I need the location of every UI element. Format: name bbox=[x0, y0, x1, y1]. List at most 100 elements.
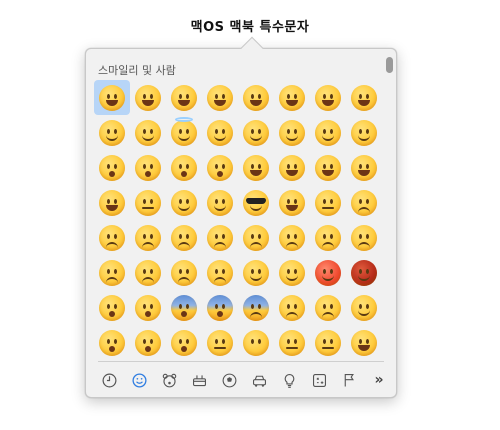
emoji-grid bbox=[94, 80, 382, 360]
emoji-face-with-steam-from-nose[interactable] bbox=[238, 255, 274, 290]
emoji-face-with-raised-eyebrow[interactable] bbox=[130, 185, 166, 220]
emoji-face-savoring-food[interactable] bbox=[238, 150, 274, 185]
emoji-grinning-face-smiling-eyes[interactable] bbox=[166, 80, 202, 115]
emoji-thinking-face[interactable] bbox=[94, 325, 130, 360]
tab-objects[interactable] bbox=[278, 369, 300, 391]
rolling-on-the-floor-laughing-icon bbox=[351, 84, 377, 111]
emoji-face-screaming-in-fear[interactable] bbox=[166, 290, 202, 325]
emoji-grinning-face-big-eyes[interactable] bbox=[130, 80, 166, 115]
emoji-relieved-face[interactable] bbox=[310, 115, 346, 150]
emoji-smiling-face-with-smiling-eyes[interactable] bbox=[130, 115, 166, 150]
emoji-worried-face[interactable] bbox=[166, 220, 202, 255]
emoji-crying-face[interactable] bbox=[166, 255, 202, 290]
beaming-face-icon bbox=[207, 84, 233, 111]
face-with-tears-of-joy-icon bbox=[315, 84, 341, 111]
emoji-tired-face[interactable] bbox=[94, 255, 130, 290]
tab-activity[interactable] bbox=[218, 369, 240, 391]
emoji-smirking-face[interactable] bbox=[310, 185, 346, 220]
smiling-face-with-halo-icon bbox=[171, 116, 197, 146]
emoji-persevering-face[interactable] bbox=[310, 220, 346, 255]
tab-animals[interactable] bbox=[158, 369, 180, 391]
loudly-crying-face-icon bbox=[207, 259, 233, 286]
face-with-tongue-icon bbox=[279, 154, 305, 181]
smiling-face-icon bbox=[99, 119, 125, 146]
food-icon bbox=[192, 374, 206, 386]
smirking-face-icon bbox=[315, 189, 341, 216]
emoji-beaming-face[interactable] bbox=[202, 80, 238, 115]
emoji-upside-down-face[interactable] bbox=[238, 115, 274, 150]
emoji-grinning-face[interactable] bbox=[94, 80, 130, 115]
emoji-confused-face[interactable] bbox=[202, 220, 238, 255]
tab-recent[interactable] bbox=[98, 369, 120, 391]
lightbulb-icon bbox=[284, 373, 294, 388]
emoji-nerd-face[interactable] bbox=[202, 185, 238, 220]
emoji-kissing-face[interactable] bbox=[130, 150, 166, 185]
emoji-grinning-squinting-face[interactable] bbox=[238, 80, 274, 115]
downcast-face-with-sweat-icon bbox=[315, 294, 341, 321]
emoji-anxious-face-with-sweat[interactable] bbox=[238, 290, 274, 325]
emoji-face-with-hand-over-mouth[interactable] bbox=[130, 325, 166, 360]
emoji-expressionless-face[interactable] bbox=[310, 325, 346, 360]
emoji-smiling-face-with-sunglasses[interactable] bbox=[238, 185, 274, 220]
emoji-star-struck[interactable] bbox=[274, 185, 310, 220]
emoji-disappointed-face[interactable] bbox=[94, 220, 130, 255]
tab-travel[interactable] bbox=[248, 369, 270, 391]
grinning-face-with-sweat-icon bbox=[279, 84, 305, 111]
grimacing-face-icon bbox=[351, 329, 377, 356]
emoji-kissing-face-with-smiling-eyes[interactable] bbox=[166, 150, 202, 185]
grinning-face-smiling-eyes-icon bbox=[171, 84, 197, 111]
pouting-face-icon bbox=[315, 259, 341, 286]
emoji-lying-face[interactable] bbox=[202, 325, 238, 360]
emoji-face-without-mouth[interactable] bbox=[238, 325, 274, 360]
emoji-exploding-head[interactable] bbox=[94, 290, 130, 325]
emoji-sad-but-relieved-face[interactable] bbox=[274, 290, 310, 325]
emoji-pensive-face[interactable] bbox=[130, 220, 166, 255]
emoji-face-with-tears-of-joy[interactable] bbox=[310, 80, 346, 115]
emoji-slightly-smiling-face[interactable] bbox=[202, 115, 238, 150]
tab-food[interactable] bbox=[188, 369, 210, 391]
emoji-unamused-face[interactable] bbox=[346, 185, 382, 220]
emoji-neutral-face[interactable] bbox=[274, 325, 310, 360]
emoji-squinting-face-with-tongue[interactable] bbox=[310, 150, 346, 185]
weary-face-icon bbox=[135, 259, 161, 286]
tab-symbols[interactable] bbox=[308, 369, 330, 391]
category-tabs: » bbox=[98, 369, 390, 391]
smiley-icon bbox=[131, 372, 147, 388]
emoji-confounded-face[interactable] bbox=[346, 220, 382, 255]
tab-more[interactable]: » bbox=[368, 369, 390, 391]
emoji-winking-face[interactable] bbox=[274, 115, 310, 150]
emoji-kissing-face-with-closed-eyes[interactable] bbox=[202, 150, 238, 185]
emoji-face-with-tongue[interactable] bbox=[274, 150, 310, 185]
pensive-face-icon bbox=[135, 224, 161, 251]
emoji-grimacing-face[interactable] bbox=[346, 325, 382, 360]
emoji-fearful-face[interactable] bbox=[202, 290, 238, 325]
emoji-flushed-face[interactable] bbox=[130, 290, 166, 325]
hugging-face-icon bbox=[351, 294, 377, 321]
face-with-hand-over-mouth-icon bbox=[135, 329, 161, 356]
scrollbar-thumb[interactable] bbox=[386, 57, 393, 73]
emoji-shushing-face[interactable] bbox=[166, 325, 202, 360]
emoji-face-blowing-a-kiss[interactable] bbox=[94, 150, 130, 185]
symbols-icon bbox=[312, 373, 326, 387]
disappointed-face-icon bbox=[99, 224, 125, 251]
tab-flags[interactable] bbox=[338, 369, 360, 391]
emoji-loudly-crying-face[interactable] bbox=[202, 255, 238, 290]
emoji-angry-face[interactable] bbox=[274, 255, 310, 290]
emoji-slightly-frowning-face[interactable] bbox=[238, 220, 274, 255]
slightly-frowning-face-icon bbox=[243, 224, 269, 251]
emoji-smiling-face[interactable] bbox=[94, 115, 130, 150]
tab-smileys[interactable] bbox=[128, 369, 150, 391]
emoji-hugging-face[interactable] bbox=[346, 290, 382, 325]
emoji-smiling-face-with-heart-eyes[interactable] bbox=[346, 115, 382, 150]
emoji-weary-face[interactable] bbox=[130, 255, 166, 290]
emoji-face-with-monocle[interactable] bbox=[166, 185, 202, 220]
emoji-smiling-face-with-halo[interactable] bbox=[166, 115, 202, 150]
emoji-face-with-symbols-on-mouth[interactable] bbox=[346, 255, 382, 290]
emoji-winking-face-with-tongue[interactable] bbox=[346, 150, 382, 185]
emoji-downcast-face-with-sweat[interactable] bbox=[310, 290, 346, 325]
emoji-frowning-face[interactable] bbox=[274, 220, 310, 255]
emoji-pouting-face[interactable] bbox=[310, 255, 346, 290]
emoji-grinning-face-with-sweat[interactable] bbox=[274, 80, 310, 115]
emoji-zany-face[interactable] bbox=[94, 185, 130, 220]
emoji-rolling-on-the-floor-laughing[interactable] bbox=[346, 80, 382, 115]
